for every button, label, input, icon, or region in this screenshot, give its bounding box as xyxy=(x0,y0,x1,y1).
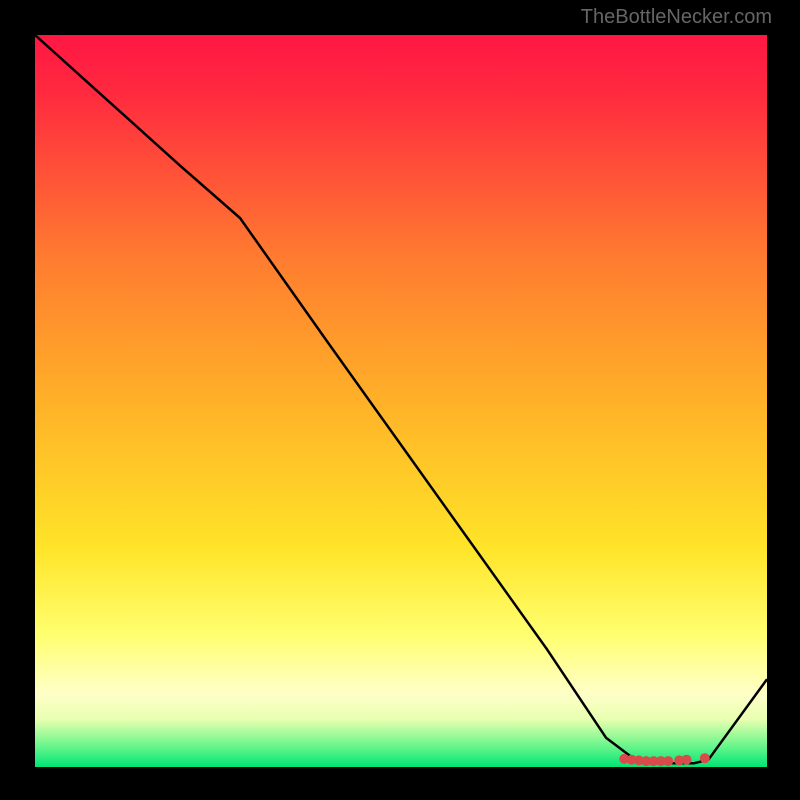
chart-plot-area xyxy=(35,35,767,767)
marker-point xyxy=(682,755,692,765)
marker-point xyxy=(700,753,710,763)
chart-svg xyxy=(35,35,767,767)
marker-point xyxy=(663,756,673,766)
watermark-text: TheBottleNecker.com xyxy=(581,6,772,29)
chart-background xyxy=(35,35,767,767)
